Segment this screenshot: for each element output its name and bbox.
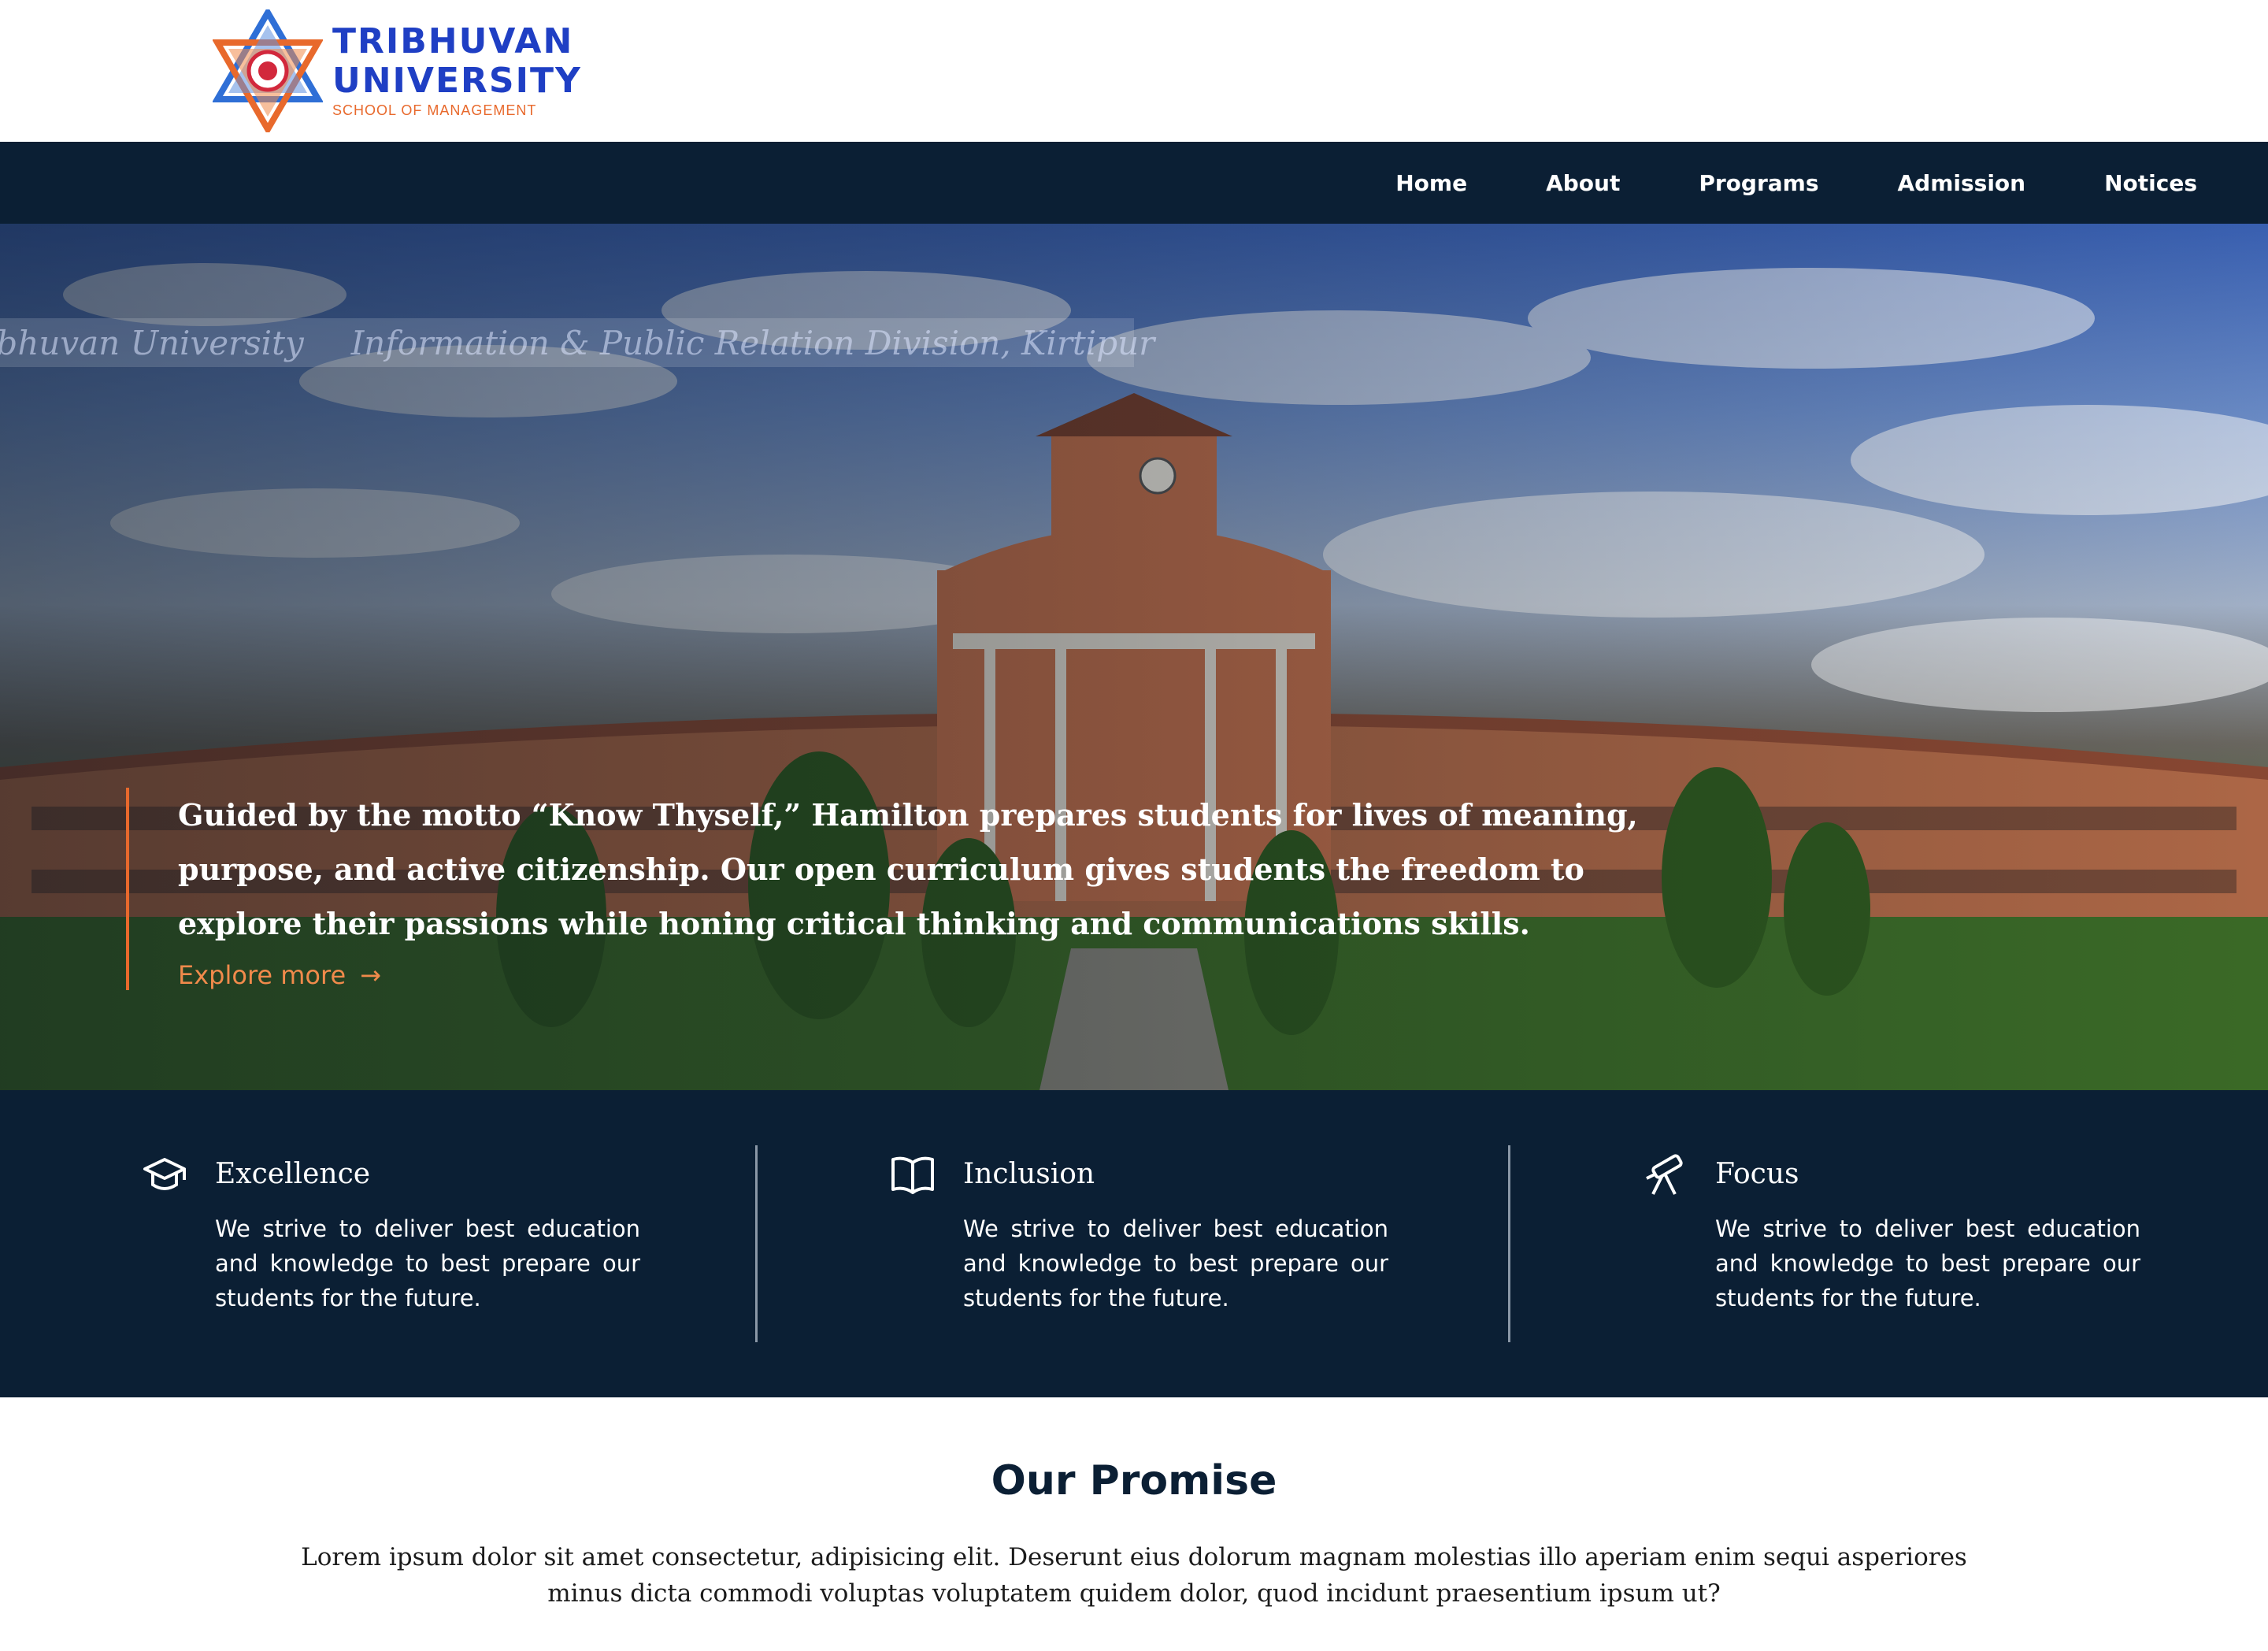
value-divider <box>755 1145 758 1342</box>
nav-item-admission[interactable]: Admission <box>1898 170 2026 196</box>
value-title: Inclusion <box>963 1158 1095 1190</box>
values-band: Excellence We strive to deliver best edu… <box>0 1090 2268 1397</box>
hero-banner: ibhuvan University Information & Public … <box>0 224 2268 1090</box>
nav-item-home[interactable]: Home <box>1395 170 1467 196</box>
university-logo[interactable]: TRIBHUVAN UNIVERSITY SCHOOL OF MANAGEMEN… <box>213 9 582 132</box>
hero-motto-text: Guided by the motto “Know Thyself,” Hami… <box>178 797 1638 941</box>
value-card-excellence: Excellence We strive to deliver best edu… <box>142 1145 894 1342</box>
main-navbar: Home About Programs Admission Notices <box>0 142 2268 224</box>
logo-title-line1: TRIBHUVAN <box>332 21 574 61</box>
arrow-right-icon: → <box>360 960 381 990</box>
value-divider <box>1508 1145 1510 1342</box>
value-description: We strive to deliver best education and … <box>963 1215 1388 1312</box>
promise-section: Our Promise Lorem ipsum dolor sit amet c… <box>0 1397 2268 1651</box>
nav-item-programs[interactable]: Programs <box>1699 170 1818 196</box>
value-title: Excellence <box>215 1158 371 1190</box>
nav-item-about[interactable]: About <box>1546 170 1620 196</box>
photo-watermark: ibhuvan University Information & Public … <box>0 318 1154 367</box>
watermark-right-text: Information & Public Relation Division, … <box>350 323 1155 362</box>
university-emblem-icon <box>213 9 323 132</box>
value-title: Focus <box>1715 1158 1799 1190</box>
nav-item-notices[interactable]: Notices <box>2104 170 2197 196</box>
nav-list: Home About Programs Admission Notices <box>1317 142 2197 224</box>
logo-text: TRIBHUVAN UNIVERSITY SCHOOL OF MANAGEMEN… <box>332 22 582 120</box>
promise-text: Lorem ipsum dolor sit amet consectetur, … <box>301 1543 1967 1608</box>
explore-more-link[interactable]: Explore more → <box>178 960 381 990</box>
site-header: TRIBHUVAN UNIVERSITY SCHOOL OF MANAGEMEN… <box>0 0 2268 142</box>
value-card-focus: Focus We strive to deliver best educatio… <box>1642 1145 2268 1342</box>
promise-title: Our Promise <box>991 1457 1277 1504</box>
open-book-icon <box>891 1156 934 1194</box>
logo-subtitle: SCHOOL OF MANAGEMENT <box>332 102 537 118</box>
value-card-inclusion: Inclusion We strive to deliver best educ… <box>890 1145 1642 1342</box>
graduation-cap-icon <box>143 1158 186 1190</box>
hero-quote-block: Guided by the motto “Know Thyself,” Hami… <box>126 788 1638 990</box>
value-description: We strive to deliver best education and … <box>215 1215 640 1312</box>
watermark-left-text: ibhuvan University <box>0 323 304 362</box>
value-description: We strive to deliver best education and … <box>1715 1215 2140 1312</box>
logo-title-line2: UNIVERSITY <box>332 61 582 101</box>
explore-more-label: Explore more <box>178 960 346 990</box>
telescope-icon <box>1646 1154 1683 1195</box>
